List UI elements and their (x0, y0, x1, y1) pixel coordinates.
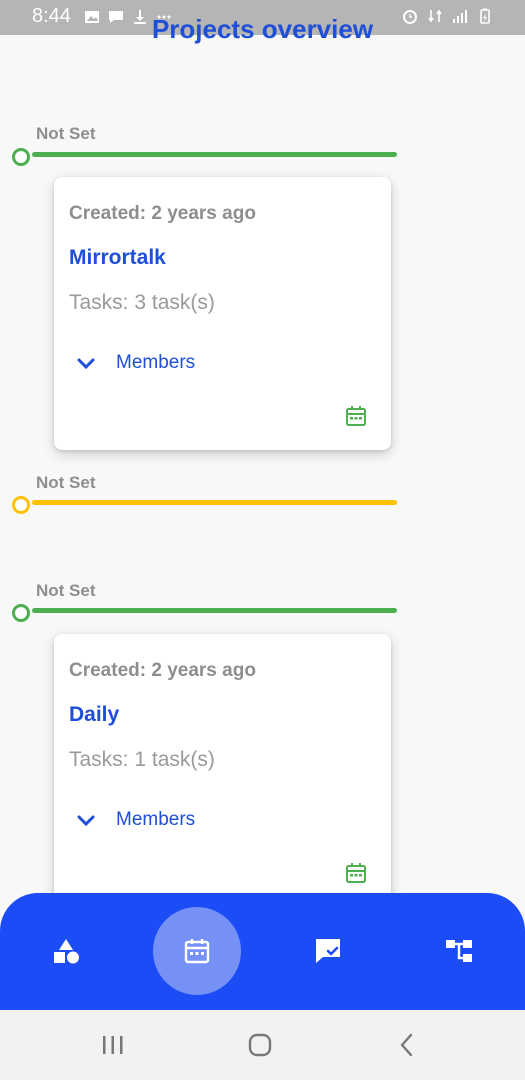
project-card[interactable]: Created: 2 years ago Mirrortalk Tasks: 3… (54, 177, 391, 450)
nav-hierarchy-button[interactable] (415, 907, 503, 995)
calendar-icon[interactable] (345, 405, 367, 427)
project-name[interactable]: Daily (69, 703, 119, 727)
members-label: Members (116, 352, 196, 373)
home-button[interactable] (240, 1028, 280, 1062)
bottom-nav (0, 893, 525, 1010)
recents-icon (103, 1036, 123, 1054)
nav-chat-check-button[interactable] (284, 907, 372, 995)
timeline-line (32, 152, 397, 157)
timeline-label: Not Set (36, 581, 96, 600)
timeline-dot (12, 604, 30, 622)
nav-calendar-button[interactable] (153, 907, 241, 995)
page-title: Projects overview (151, 14, 374, 44)
back-icon (400, 1033, 413, 1057)
timeline-line (32, 500, 397, 505)
project-card[interactable]: Created: 2 years ago Daily Tasks: 1 task… (54, 634, 391, 907)
created-label: Created: 2 years ago (69, 203, 256, 224)
shapes-icon (54, 939, 79, 964)
system-nav-bar (0, 1010, 525, 1080)
timeline-label: Not Set (36, 473, 96, 492)
tasks-count: Tasks: 3 task(s) (69, 291, 215, 314)
project-name[interactable]: Mirrortalk (69, 246, 166, 270)
chevron-down-icon (77, 815, 95, 827)
timeline-dot (12, 148, 30, 166)
timeline-dot (12, 496, 30, 514)
members-toggle[interactable]: Members (76, 352, 195, 374)
recents-button[interactable] (93, 1028, 133, 1062)
created-label: Created: 2 years ago (69, 660, 256, 681)
timeline-line (32, 608, 397, 613)
members-label: Members (116, 809, 196, 830)
nav-shapes-button[interactable] (22, 907, 110, 995)
back-button[interactable] (387, 1028, 427, 1062)
chevron-down-icon (77, 358, 95, 370)
timeline-label: Not Set (36, 124, 96, 143)
home-icon (248, 1033, 272, 1057)
calendar-icon (184, 939, 210, 964)
calendar-icon[interactable] (345, 862, 367, 884)
hierarchy-icon (446, 940, 472, 962)
tasks-count: Tasks: 1 task(s) (69, 748, 215, 771)
members-toggle[interactable]: Members (76, 809, 195, 831)
chat-check-icon (316, 939, 340, 963)
